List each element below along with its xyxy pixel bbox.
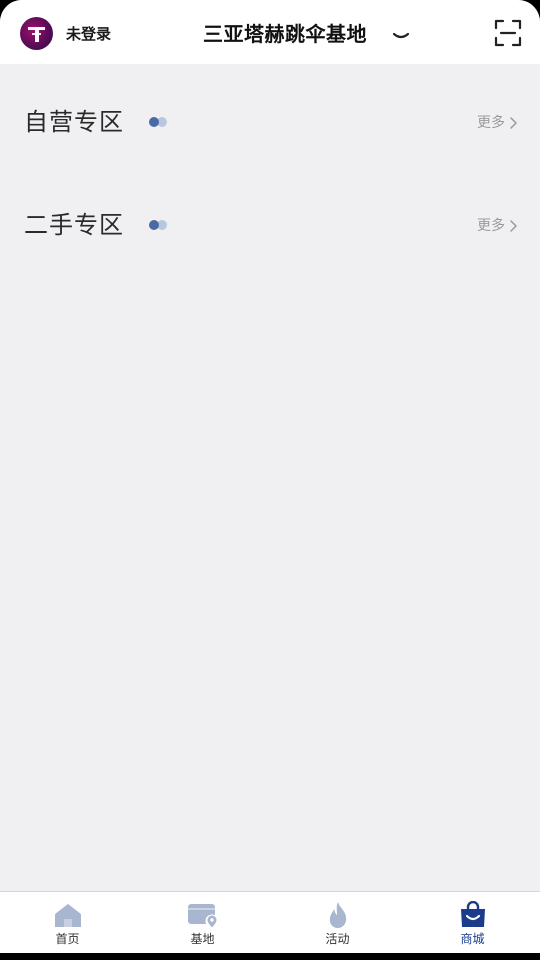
bottom-nav: 首页 基地 活动 商城 [0,891,540,960]
more-label: 更多 [477,115,505,131]
nav-label: 活动 [325,932,350,946]
avatar[interactable] [20,17,53,50]
nav-label: 基地 [190,932,215,946]
nav-item-activity[interactable]: 活动 [270,892,405,956]
top-header: 未登录 三亚塔赫跳伞基地 [0,0,540,64]
section-self-operated: 自营专区 更多 [0,105,540,155]
nav-label: 首页 [55,932,80,946]
section-title: 自营专区 [24,108,124,136]
more-link[interactable]: 更多 [477,113,518,133]
chevron-right-icon [510,220,517,232]
login-status[interactable]: 未登录 [66,24,111,44]
nav-item-base[interactable]: 基地 [135,892,270,956]
indicator-dots-icon [149,220,167,230]
home-icon [54,904,81,927]
nav-item-home[interactable]: 首页 [0,892,135,956]
more-label: 更多 [477,218,505,234]
base-selector-title[interactable]: 三亚塔赫跳伞基地 [203,20,367,48]
chevron-down-icon[interactable] [390,29,412,43]
chevron-right-icon [510,117,517,129]
section-second-hand: 二手专区 更多 [0,208,540,258]
nav-label: 商城 [460,932,485,946]
indicator-dots-icon [149,117,167,127]
app-screen: 未登录 三亚塔赫跳伞基地 自营专区 更多 二手专区 更多 首页 基地 活动 商城 [0,0,540,960]
flame-icon [329,902,346,928]
section-title: 二手专区 [24,211,124,239]
base-location-icon [187,904,218,928]
system-bottom-bar [0,953,540,960]
shopping-bag-icon [460,901,485,927]
more-link[interactable]: 更多 [477,216,518,236]
nav-item-mall[interactable]: 商城 [405,892,540,956]
skydive-logo-icon [28,27,45,42]
scan-icon[interactable] [494,19,522,47]
